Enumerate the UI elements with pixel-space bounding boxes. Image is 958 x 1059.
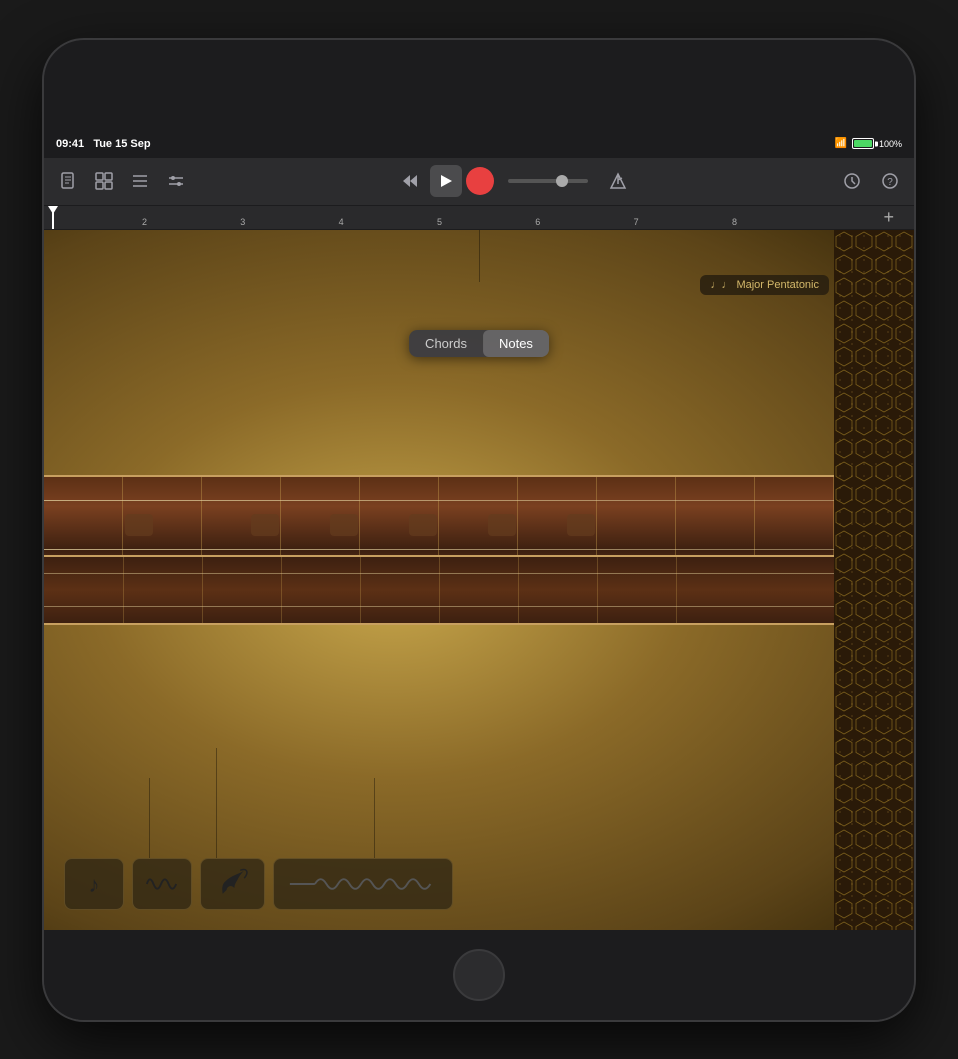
ruler-mark-2: 2 xyxy=(142,217,147,227)
status-time-date: 09:41 Tue 15 Sep xyxy=(56,138,151,150)
long-wave-icon xyxy=(286,870,440,898)
controls-button[interactable] xyxy=(160,165,192,197)
fret-dot-1[interactable] xyxy=(125,514,153,536)
battery-fill xyxy=(854,140,872,146)
playhead-triangle xyxy=(48,206,58,214)
wave-button[interactable] xyxy=(132,858,192,910)
ruler-marks-container: 2 3 4 5 6 7 8 + xyxy=(44,205,914,229)
mixer-button[interactable] xyxy=(124,165,156,197)
top-bezel xyxy=(44,40,914,130)
status-time: 09:41 xyxy=(56,138,84,150)
battery-percent: 100% xyxy=(879,139,902,149)
ruler-marks: 2 3 4 5 6 7 8 xyxy=(60,205,879,229)
note-style-button[interactable]: ♪ xyxy=(64,858,124,910)
annotation-line-top xyxy=(479,230,480,282)
main-content: ♩♩ Major Pentatonic xyxy=(44,230,914,930)
annot-line-2 xyxy=(216,748,217,858)
string-b-2 xyxy=(44,606,834,607)
wave-icon xyxy=(145,870,179,898)
honeycomb-svg xyxy=(834,230,914,930)
string-lines-b xyxy=(44,557,834,623)
ruler-mark-7: 7 xyxy=(634,217,639,227)
battery-indicator xyxy=(852,138,874,149)
bottom-controls: ♪ xyxy=(64,858,453,910)
annot-line-1 xyxy=(149,778,150,858)
notes-button[interactable]: Notes xyxy=(483,330,549,357)
annot-line-3 xyxy=(374,778,375,858)
status-right: 📶 100% xyxy=(835,138,902,149)
record-button[interactable] xyxy=(466,167,494,195)
ruler-mark-5: 5 xyxy=(437,217,442,227)
timeline-ruler: 2 3 4 5 6 7 8 + xyxy=(44,206,914,230)
svg-text:?: ? xyxy=(887,177,893,188)
rewind-button[interactable] xyxy=(394,165,426,197)
fret-dot-3[interactable] xyxy=(330,514,358,536)
fret-dot-4[interactable] xyxy=(409,514,437,536)
note-icon: ♪ xyxy=(78,868,110,900)
toolbar-transport-group xyxy=(394,165,494,197)
help-button[interactable]: ? xyxy=(874,165,906,197)
svg-text:♪: ♪ xyxy=(89,872,100,897)
ruler-mark-8: 8 xyxy=(732,217,737,227)
add-track-button[interactable]: + xyxy=(879,207,898,228)
volume-slider[interactable] xyxy=(508,179,588,183)
ruler-mark-3: 3 xyxy=(240,217,245,227)
chords-button[interactable]: Chords xyxy=(409,330,483,357)
scale-text: Major Pentatonic xyxy=(736,279,819,291)
metronome-button[interactable] xyxy=(602,165,634,197)
toolbar-left-group xyxy=(52,165,192,197)
long-wave-button[interactable] xyxy=(273,858,453,910)
tracks-button[interactable] xyxy=(88,165,120,197)
playhead xyxy=(52,206,54,229)
scale-label: ♩♩ Major Pentatonic xyxy=(700,275,829,295)
whammy-button[interactable] xyxy=(200,858,265,910)
screen: 09:41 Tue 15 Sep 📶 100% xyxy=(44,130,914,930)
fret-dot-6[interactable] xyxy=(567,514,595,536)
play-button[interactable] xyxy=(430,165,462,197)
new-song-button[interactable] xyxy=(52,165,84,197)
status-date: Tue 15 Sep xyxy=(93,138,150,150)
home-button[interactable] xyxy=(453,949,505,1001)
ipad-frame: 09:41 Tue 15 Sep 📶 100% xyxy=(44,40,914,1020)
ruler-mark-6: 6 xyxy=(535,217,540,227)
fret-dot-5[interactable] xyxy=(488,514,516,536)
chords-notes-popup: Chords Notes xyxy=(409,330,549,357)
whammy-icon xyxy=(213,866,252,902)
clock-button[interactable] xyxy=(836,165,868,197)
string-b-1 xyxy=(44,573,834,574)
scale-icon: ♩♩ xyxy=(710,279,732,291)
toolbar: ? xyxy=(44,158,914,206)
volume-knob[interactable] xyxy=(556,175,568,187)
fret-dot-2[interactable] xyxy=(251,514,279,536)
guitar-body-right xyxy=(834,230,914,930)
status-bar: 09:41 Tue 15 Sep 📶 100% xyxy=(44,130,914,158)
wifi-icon: 📶 xyxy=(835,138,847,149)
ruler-mark-4: 4 xyxy=(339,217,344,227)
bottom-bezel xyxy=(44,930,914,1020)
fretboard-lower xyxy=(44,555,834,625)
